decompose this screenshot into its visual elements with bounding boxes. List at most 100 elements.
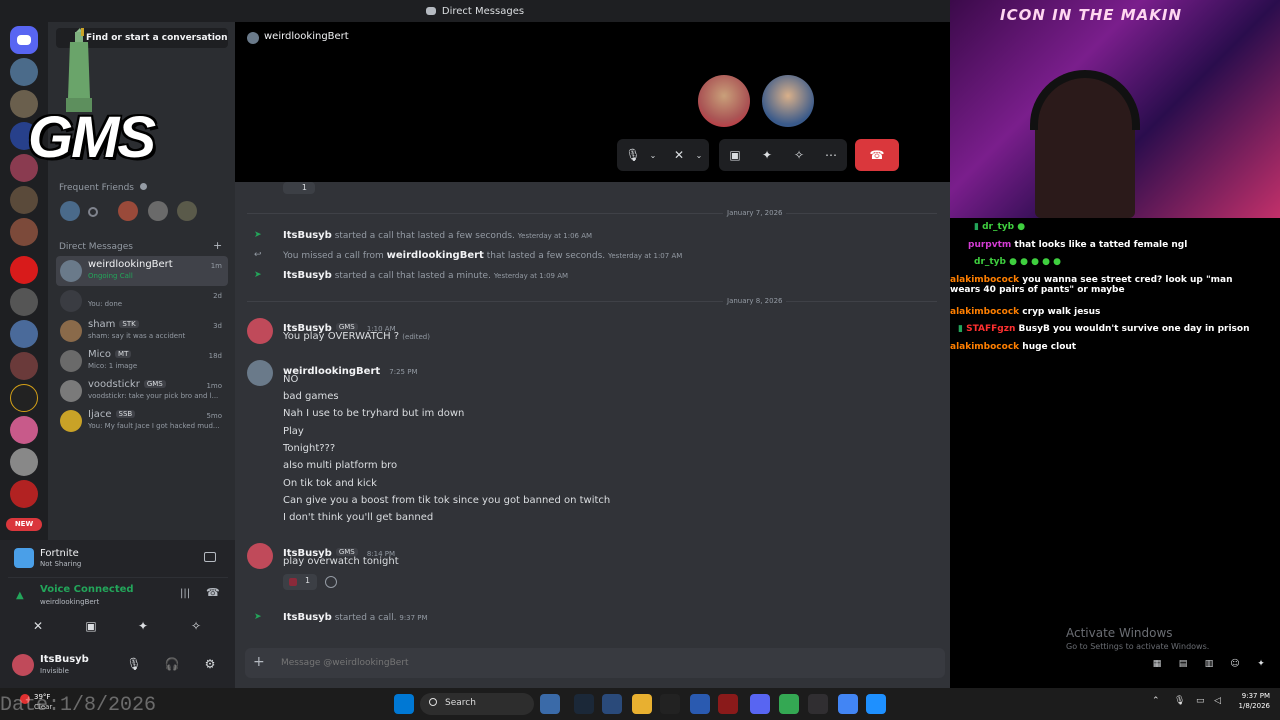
microphone-icon[interactable]: 🎙 <box>122 652 146 676</box>
dm-item[interactable]: You: done 2d <box>56 286 228 316</box>
server-icon[interactable] <box>10 58 38 86</box>
message-line: I don't think you'll get banned <box>283 512 434 523</box>
chrome-icon[interactable] <box>779 694 799 714</box>
date-watermark: Date:1/8/2026 <box>0 694 157 717</box>
message-composer: + <box>245 648 945 678</box>
avatar[interactable] <box>247 543 273 569</box>
weather-app-icon[interactable] <box>540 694 560 714</box>
chat-line: ▮ dr_tyb ● <box>974 222 1026 232</box>
server-icon[interactable] <box>10 186 38 214</box>
taskbar-search[interactable]: Search <box>420 693 534 715</box>
dm-item-weirdlookingbert[interactable]: weirdlookingBert Ongoing Call 1m <box>56 256 228 286</box>
noise-suppression-icon[interactable]: ||| <box>180 588 190 599</box>
steam-icon[interactable] <box>574 694 594 714</box>
window-title: Direct Messages <box>441 5 525 17</box>
epic-games-icon[interactable] <box>660 694 680 714</box>
avatar[interactable] <box>12 654 34 676</box>
mic-toggle[interactable]: 🎙 ⌄ ✕ ⌄ <box>617 139 709 171</box>
headphones-icon <box>1030 70 1140 130</box>
missed-call-icon: ↩ <box>254 250 262 260</box>
gif-icon[interactable]: ▤ <box>1171 652 1195 676</box>
avatar[interactable] <box>247 318 273 344</box>
dm-item-ijace[interactable]: Ijace SSB You: My fault Jace I got hacked… <box>56 406 228 436</box>
avatar[interactable] <box>247 360 273 386</box>
apps-icon[interactable]: ✦ <box>1249 652 1273 676</box>
obs-icon[interactable] <box>808 694 828 714</box>
new-badge[interactable]: NEW <box>6 518 42 531</box>
app-icon[interactable] <box>690 694 710 714</box>
app-icon[interactable] <box>866 694 886 714</box>
app-icon[interactable] <box>718 694 738 714</box>
settings-gear-icon[interactable]: ⚙ <box>198 652 222 676</box>
chevron-up-icon[interactable]: ⌃ <box>1152 696 1160 706</box>
screen-share-icon[interactable]: ▣ <box>79 614 103 638</box>
microphone-icon[interactable]: 🎙 <box>1174 696 1185 706</box>
server-icon[interactable] <box>10 320 38 348</box>
avatar <box>60 290 82 312</box>
activities-icon[interactable]: ✦ <box>131 614 155 638</box>
screen-share-icon[interactable]: ▣ <box>723 143 747 167</box>
date-divider-label: January 8, 2026 <box>723 297 787 305</box>
clock[interactable]: 9:37 PM 1/8/2026 <box>1226 692 1270 710</box>
sticker-icon[interactable]: ▥ <box>1197 652 1221 676</box>
message-reaction[interactable]: 1 <box>283 574 317 590</box>
participant-avatar <box>762 75 814 127</box>
call-actions: ▣ ✦ ✧ ⋯ <box>719 139 847 171</box>
share-screen-icon[interactable] <box>204 552 216 562</box>
server-icon[interactable] <box>10 448 38 476</box>
server-icon[interactable] <box>10 256 38 284</box>
chevron-down-icon[interactable]: ⌄ <box>641 143 665 167</box>
gift-icon[interactable]: ▦ <box>1145 652 1169 676</box>
dm-item-sham[interactable]: sham STK sham: say it was a accident 3d <box>56 316 228 346</box>
server-icon[interactable] <box>10 480 38 508</box>
disconnect-icon[interactable]: ☎ <box>206 586 220 599</box>
server-icon[interactable] <box>10 384 38 412</box>
top-reaction[interactable]: 1 <box>283 182 315 194</box>
soundboard-icon[interactable]: ✧ <box>184 614 208 638</box>
friend-avatar[interactable] <box>88 207 98 217</box>
app-icon[interactable] <box>602 694 622 714</box>
camera-off-icon[interactable]: ✕ <box>26 614 50 638</box>
chat-line: ▮ STAFFgzn BusyB you wouldn't survive on… <box>958 324 1250 334</box>
friend-avatar[interactable] <box>118 201 138 221</box>
friend-avatar[interactable] <box>177 201 197 221</box>
server-icon[interactable] <box>10 352 38 380</box>
message-line: NO <box>283 374 299 385</box>
server-icon[interactable] <box>10 218 38 246</box>
webcam-banner: ICON IN THE MAKIN <box>1000 6 1183 24</box>
avatar <box>60 380 82 402</box>
dm-item-mico[interactable]: Mico MT Mico: 1 image 18d <box>56 346 228 376</box>
call-header-name: weirdlookingBert <box>264 31 349 42</box>
add-reaction-icon[interactable] <box>325 576 337 588</box>
friend-avatar[interactable] <box>60 201 80 221</box>
add-dm-button[interactable]: + <box>213 239 222 252</box>
chrome-icon[interactable] <box>838 694 858 714</box>
server-icon[interactable] <box>10 416 38 444</box>
chevron-down-icon[interactable]: ⌄ <box>687 143 711 167</box>
friend-avatar[interactable] <box>148 201 168 221</box>
discord-icon <box>425 7 436 15</box>
hang-up-button[interactable]: ☎ <box>855 139 899 171</box>
attach-plus-icon[interactable]: + <box>253 654 265 670</box>
chat-line: alakimbocock cryp walk jesus <box>950 307 1101 317</box>
volume-icon[interactable]: ◁ <box>1214 696 1221 706</box>
server-icon[interactable] <box>10 288 38 316</box>
system-message: ↩ You missed a call from weirdlookingBer… <box>254 250 683 261</box>
dm-item-voodstickr[interactable]: voodstickr GMS voodstickr: take your pick… <box>56 376 228 406</box>
signal-icon: ▲ <box>16 590 24 601</box>
activities-icon[interactable]: ✦ <box>755 143 779 167</box>
home-button[interactable] <box>10 26 38 54</box>
discord-icon[interactable] <box>750 694 770 714</box>
emoji-icon[interactable]: ☺ <box>1223 652 1247 676</box>
participant-avatar <box>698 75 750 127</box>
network-icon[interactable]: ▭ <box>1196 696 1205 706</box>
call-icon: ➤ <box>254 230 262 240</box>
server-tag: GMS <box>335 322 358 331</box>
message-input[interactable] <box>281 655 681 671</box>
file-explorer-icon[interactable] <box>632 694 652 714</box>
windows-start-icon[interactable] <box>394 694 414 714</box>
more-options-icon[interactable]: ⋯ <box>819 143 843 167</box>
soundboard-icon[interactable]: ✧ <box>787 143 811 167</box>
headphones-icon[interactable]: 🎧 <box>160 652 184 676</box>
message-line: bad games <box>283 391 339 402</box>
